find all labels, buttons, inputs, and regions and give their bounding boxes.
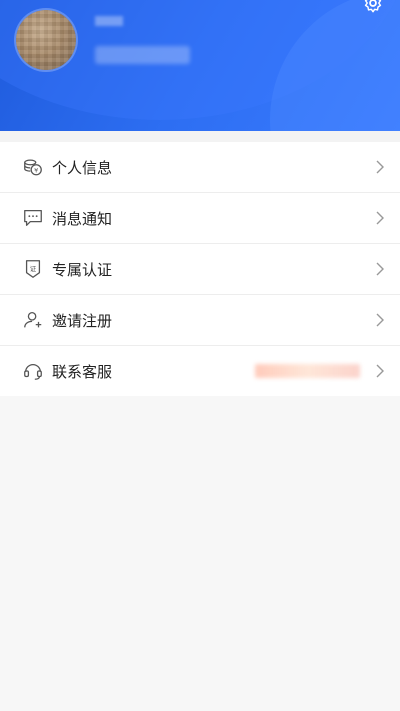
menu-item-label: 消息通知 [52,209,113,228]
gear-icon[interactable] [362,0,384,14]
menu-item-certification[interactable]: 证 专属认证 [0,244,400,295]
menu-item-label: 专属认证 [52,260,113,279]
svg-text:证: 证 [30,265,37,273]
svg-text:¥: ¥ [34,167,38,175]
username-redacted [95,16,123,26]
headset-icon [24,364,42,380]
user-add-icon [24,312,42,328]
menu-item-notifications[interactable]: 消息通知 [0,193,400,244]
menu-item-personal-info[interactable]: ¥ 个人信息 [0,142,400,193]
section-gap [0,131,400,142]
badge-icon: 证 [25,260,41,278]
profile-header [0,0,400,131]
menu-item-label: 个人信息 [52,158,113,177]
coins-icon: ¥ [24,159,42,176]
menu-list: ¥ 个人信息 消息通知 证 专属认证 邀请注册 联系客服 [0,142,400,396]
chevron-right-icon [376,160,384,174]
menu-item-customer-service[interactable]: 联系客服 [0,346,400,396]
menu-item-invite-register[interactable]: 邀请注册 [0,295,400,346]
chevron-right-icon [376,364,384,378]
chevron-right-icon [376,211,384,225]
menu-item-label: 联系客服 [52,362,113,381]
message-icon [24,210,42,226]
menu-item-label: 邀请注册 [52,311,113,330]
chevron-right-icon [376,313,384,327]
service-phone-redacted [255,364,360,378]
empty-background [0,396,400,711]
chevron-right-icon [376,262,384,276]
avatar[interactable] [16,10,76,70]
user-subtitle-redacted [95,46,190,64]
